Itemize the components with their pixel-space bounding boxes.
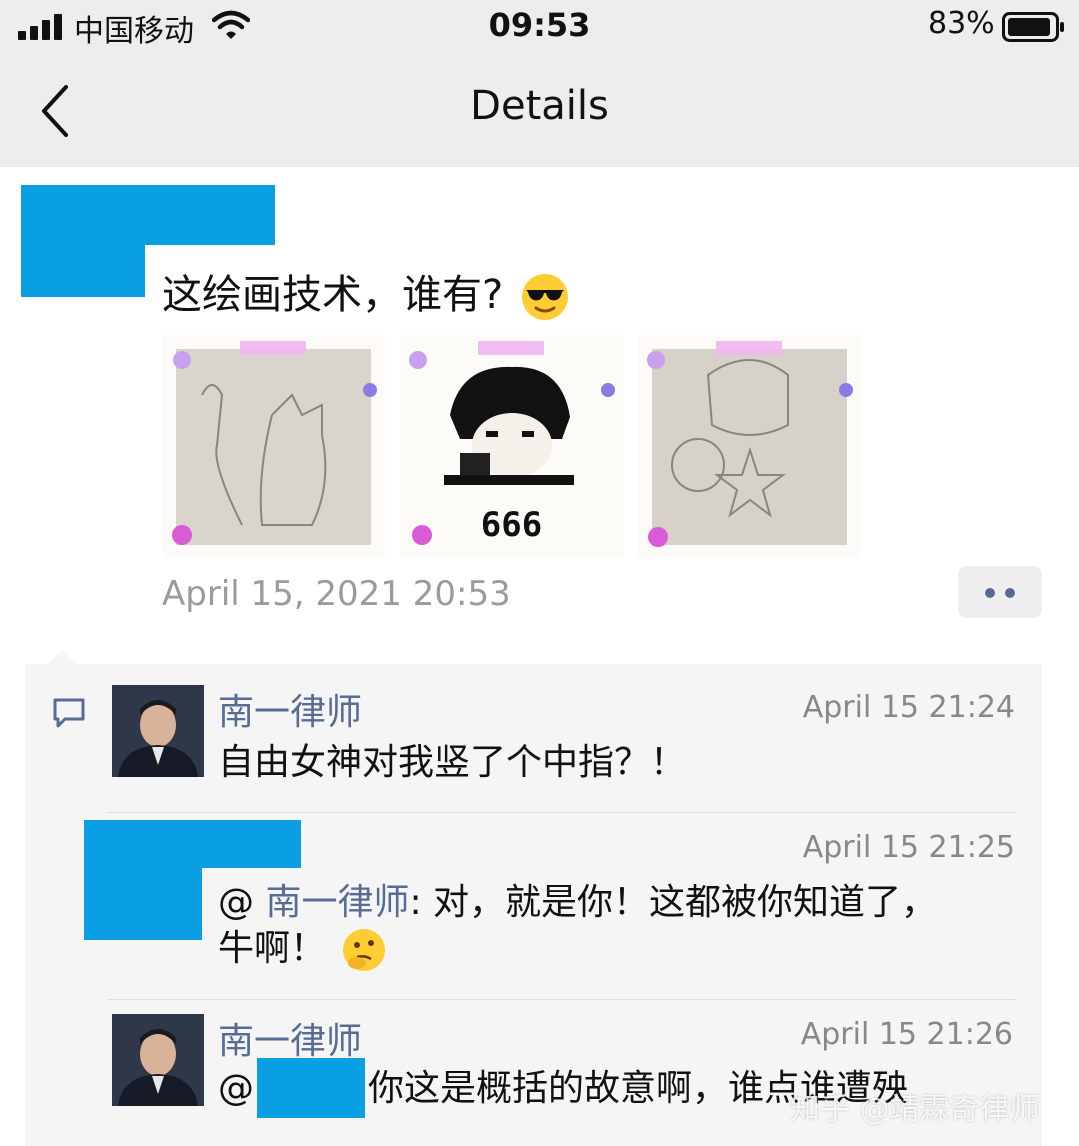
- redacted-mention: [257, 1058, 365, 1118]
- comment-text-line1: : 对，就是你！这都被你知道了，: [409, 882, 938, 923]
- comment-time: April 15 21:25: [802, 830, 1015, 865]
- status-bar: 中国移动 09:53 83%: [0, 0, 1079, 55]
- post-timestamp: April 15, 2021 20:53: [162, 574, 511, 614]
- comments-caret: [48, 650, 76, 664]
- post-image-2[interactable]: 666: [400, 335, 623, 557]
- avatar[interactable]: [112, 1014, 204, 1106]
- comment-text: @ 南一律师: 对，就是你！这都被你知道了，: [218, 880, 937, 926]
- at-sign: @: [218, 1068, 254, 1109]
- avatar[interactable]: [112, 685, 204, 777]
- redacted-avatar: [21, 185, 145, 297]
- thinking-emoji-icon: [343, 929, 386, 971]
- battery-icon: [1002, 12, 1064, 42]
- statue-of-liberty-drawing: [172, 341, 377, 545]
- mention-link[interactable]: 南一律师: [265, 882, 409, 923]
- nav-bar: Details: [0, 55, 1079, 167]
- comment-text-line2: 牛啊！: [218, 928, 327, 969]
- post-text-content: 这绘画技术，谁有?: [162, 272, 504, 318]
- comment-text-line2-wrap: 牛啊！: [218, 926, 387, 973]
- comment-author[interactable]: 南一律师: [218, 1012, 362, 1064]
- redacted-avatar: [84, 820, 202, 940]
- comment-text: @: [218, 1066, 254, 1112]
- comment-divider: [107, 812, 1015, 813]
- watermark: 知乎 @靖霖奇律师: [790, 1092, 1040, 1127]
- meme-caption: 666: [480, 505, 543, 545]
- post-text: 这绘画技术，谁有?: [162, 262, 570, 322]
- comment-divider: [107, 999, 1015, 1000]
- comment-text: 自由女神对我竖了个中指？！: [218, 742, 687, 783]
- post-image-3[interactable]: [638, 335, 861, 557]
- battery-percent: 83%: [928, 6, 995, 41]
- lawyer-avatar-image: [112, 685, 204, 777]
- page-title: Details: [470, 83, 609, 129]
- comment-icon: [53, 698, 85, 728]
- redacted-author-name: [145, 185, 275, 245]
- sunglasses-emoji-icon: [521, 274, 568, 320]
- post-image-1[interactable]: [162, 335, 385, 557]
- comment-time: April 15 21:24: [802, 690, 1015, 725]
- more-dot: [1005, 588, 1015, 598]
- at-sign: @: [218, 882, 266, 923]
- lawyer-avatar-image: [112, 1014, 204, 1106]
- more-dot: [985, 588, 995, 598]
- captain-america-drawing: [647, 341, 853, 547]
- comment-time: April 15 21:26: [800, 1017, 1013, 1052]
- comment-author[interactable]: 南一律师: [218, 683, 362, 735]
- redacted-author-name: [202, 820, 301, 868]
- more-button[interactable]: [958, 566, 1042, 618]
- clock: 09:53: [488, 6, 591, 44]
